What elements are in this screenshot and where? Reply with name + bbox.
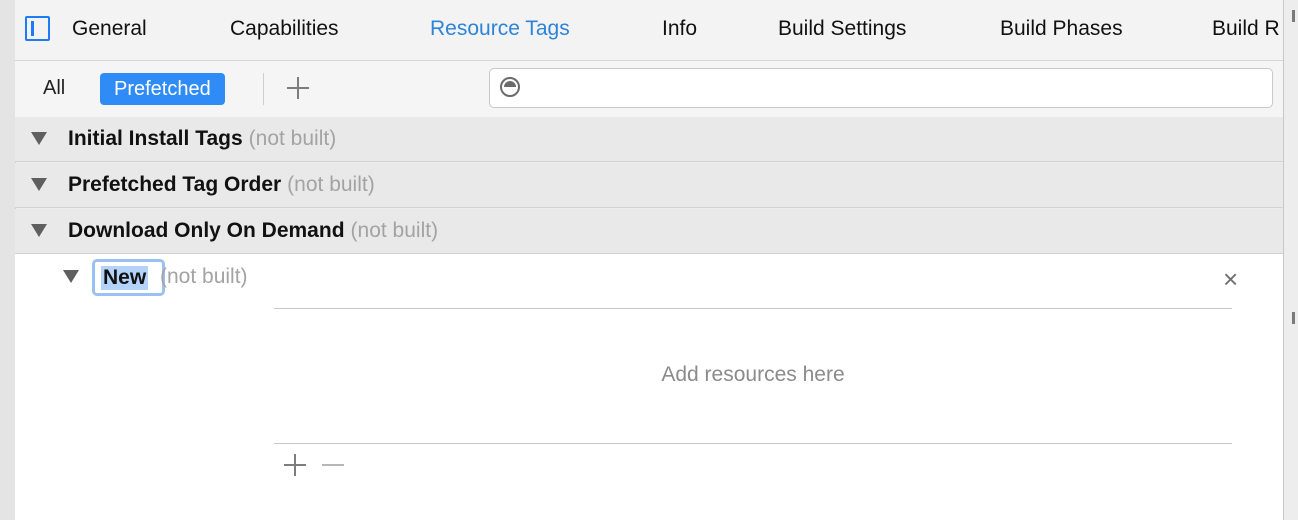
status-label: (not built) [287,173,375,196]
add-resource-icon[interactable] [284,454,306,476]
section-title: Prefetched Tag Order (not built) [68,173,375,196]
resource-drop-zone[interactable]: Add resources here [274,308,1232,444]
right-inspector-edge [1283,0,1298,520]
search-field[interactable] [489,68,1273,108]
tab-info[interactable]: Info [662,17,697,41]
filter-bar: All Prefetched [15,61,1283,118]
search-input[interactable] [528,75,1262,103]
filter-icon [500,77,520,97]
filter-all-button[interactable]: All [43,77,65,100]
disclosure-triangle-icon[interactable] [31,132,47,145]
tab-build-settings[interactable]: Build Settings [778,17,906,41]
section-title: Download Only On Demand (not built) [68,219,439,242]
toolbar-divider [263,73,264,105]
add-resources-placeholder: Add resources here [661,363,845,386]
tag-content: New (not built) × Add resources here [15,254,1283,520]
disclosure-triangle-icon[interactable] [31,224,47,237]
disclosure-triangle-icon[interactable] [63,270,79,283]
status-label: (not built) [248,127,337,150]
inspector-marker [1292,312,1295,324]
remove-resource-icon[interactable] [322,454,344,476]
close-icon[interactable]: × [1223,264,1238,295]
tag-name-field[interactable]: New [92,259,165,296]
tab-build-rules[interactable]: Build R [1212,17,1280,41]
tag-name[interactable]: New [101,266,149,290]
tab-general[interactable]: General [72,17,147,41]
tab-build-phases[interactable]: Build Phases [1000,17,1123,41]
tag-status: (not built) [160,265,248,288]
editor-tab-bar: General Capabilities Resource Tags Info … [15,0,1283,61]
disclosure-triangle-icon[interactable] [31,178,47,191]
filter-prefetched-button[interactable]: Prefetched [100,73,225,105]
sidebar-toggle-icon[interactable] [25,16,50,41]
inspector-marker [1292,10,1295,22]
tab-resource-tags[interactable]: Resource Tags [430,17,570,41]
status-label: (not built) [350,219,439,242]
section-title: Initial Install Tags (not built) [68,127,337,150]
section-prefetched-tag-order[interactable]: Prefetched Tag Order (not built) [15,163,1283,208]
tab-capabilities[interactable]: Capabilities [230,17,339,41]
section-download-only-on-demand[interactable]: Download Only On Demand (not built) [15,209,1283,254]
add-tag-icon[interactable] [287,77,309,99]
section-initial-install-tags[interactable]: Initial Install Tags (not built) [15,117,1283,162]
left-gutter [0,0,16,520]
